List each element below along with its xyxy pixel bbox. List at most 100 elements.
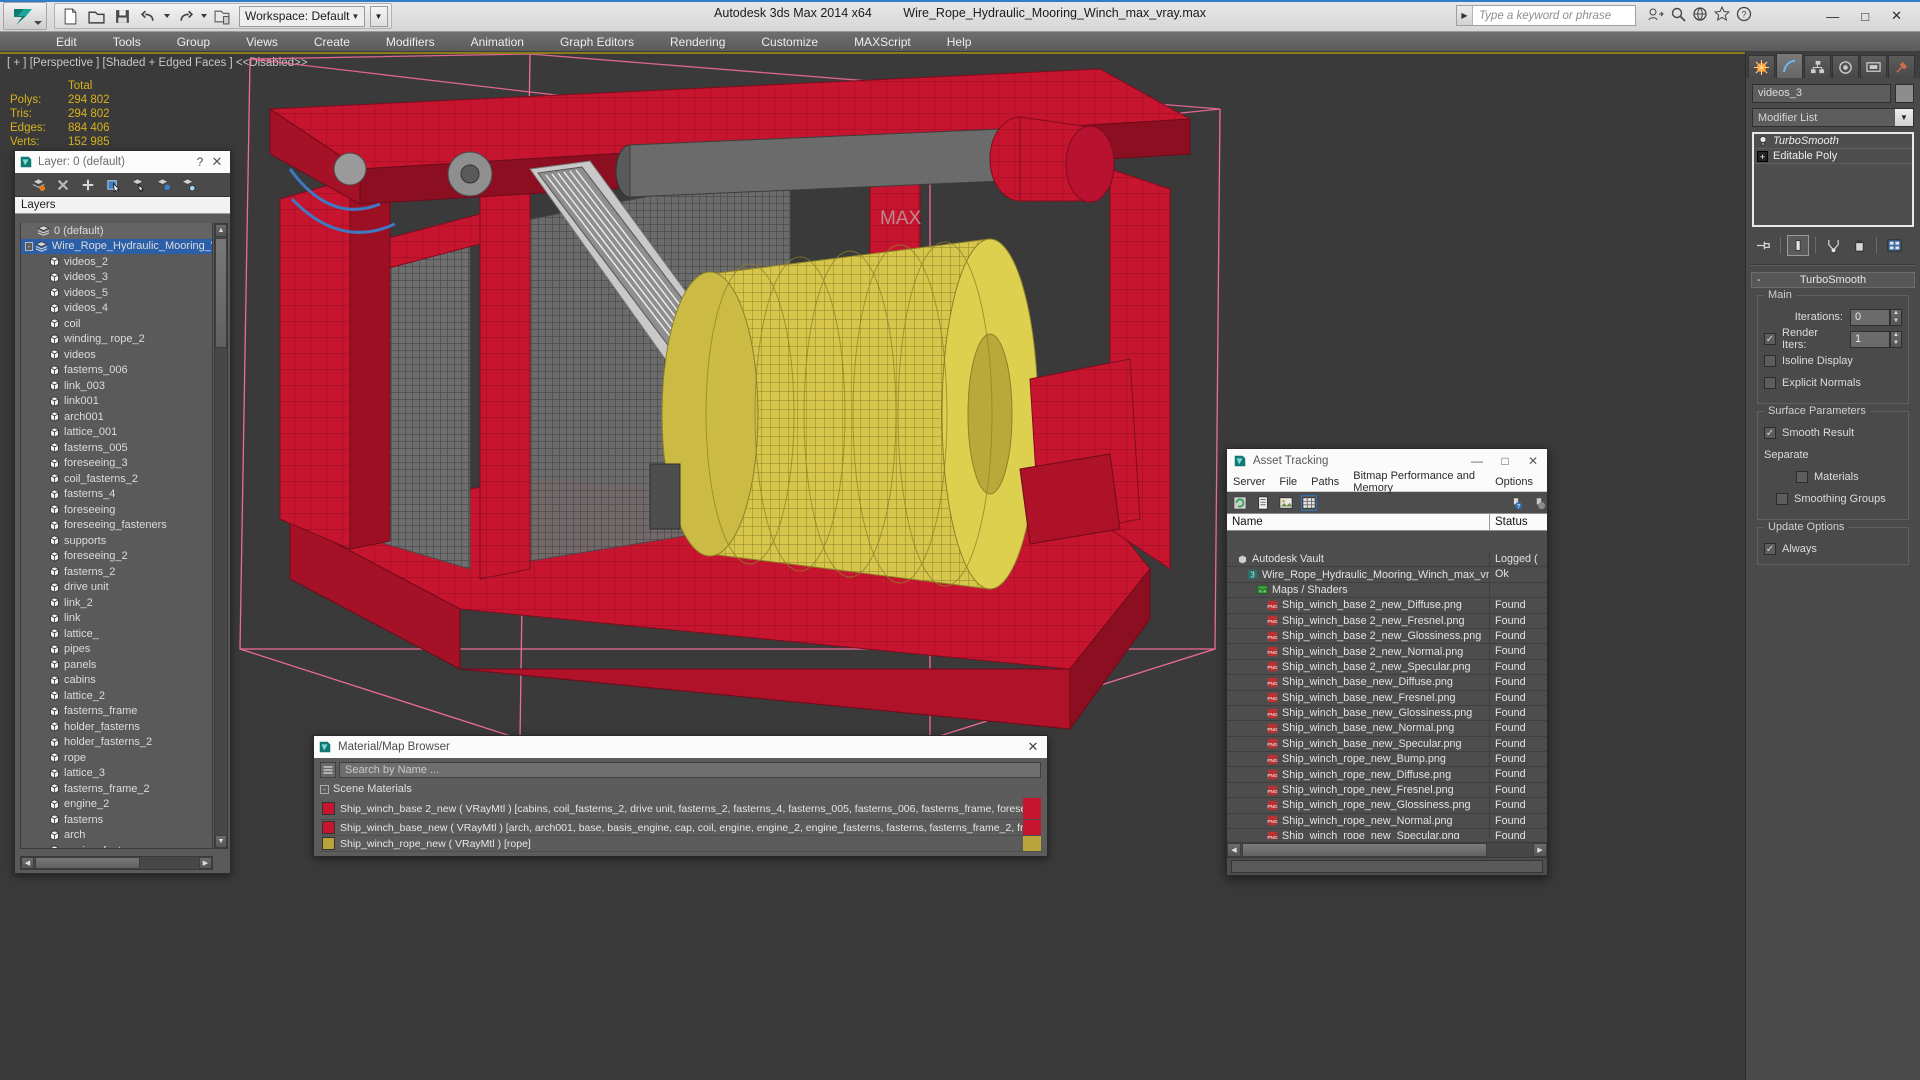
modifier-stack-item-editable-poly[interactable]: + Editable Poly <box>1754 149 1912 164</box>
menu-item-maxscript[interactable]: MAXScript <box>836 32 929 52</box>
object-row[interactable]: link_2 <box>21 595 212 611</box>
collapse-icon[interactable]: - <box>1757 274 1761 286</box>
search-input[interactable]: Search by Name ... <box>339 762 1041 778</box>
scroll-left-icon[interactable]: ◀ <box>21 857 34 869</box>
menu-item-customize[interactable]: Customize <box>743 32 836 52</box>
object-row[interactable]: link <box>21 611 212 627</box>
turbosmooth-rollout[interactable]: - TurboSmooth Main Iterations: 0 ▲▼ Rend… <box>1751 272 1915 565</box>
object-row[interactable]: engine_fasterns <box>21 843 212 848</box>
layer-list-vertical-scrollbar[interactable]: ▲ ▼ <box>214 223 228 849</box>
object-row[interactable]: link_003 <box>21 378 212 394</box>
object-row[interactable]: link001 <box>21 394 212 410</box>
iterations-spinner[interactable]: ▲ ▼ <box>1890 308 1902 326</box>
object-row[interactable]: lattice_001 <box>21 425 212 441</box>
menu-item-tools[interactable]: Tools <box>95 32 159 52</box>
smooth-result-row[interactable]: Smooth Result <box>1764 424 1902 442</box>
signin-icon[interactable] <box>1648 6 1664 22</box>
menu-item-animation[interactable]: Animation <box>453 32 542 52</box>
menu-item-edit[interactable]: Edit <box>38 32 95 52</box>
search-icon[interactable] <box>1670 6 1686 22</box>
check-out-icon[interactable] <box>1531 495 1547 511</box>
material-row[interactable]: Ship_winch_base 2_new ( VRayMtl ) [cabin… <box>320 798 1041 820</box>
minimize-button[interactable]: — <box>1826 9 1839 24</box>
favorites-icon[interactable] <box>1714 6 1730 22</box>
search-input[interactable]: Type a keyword or phrase <box>1473 10 1635 22</box>
asset-table-body[interactable]: Autodesk Vault Logged (3 Wire_Rope_Hydraul… <box>1227 552 1547 839</box>
object-row[interactable]: fasterns_006 <box>21 363 212 379</box>
render-iters-checkbox[interactable] <box>1764 333 1776 345</box>
separate-smoothing-groups-checkbox[interactable] <box>1776 493 1788 505</box>
create-new-layer-icon[interactable] <box>27 175 49 195</box>
object-row[interactable]: rope <box>21 750 212 766</box>
chevron-down-icon[interactable]: ▼ <box>1895 109 1913 126</box>
table-row[interactable]: PNG Ship_winch_base 2_new_Diffuse.png Foun… <box>1227 598 1547 614</box>
menu-item-group[interactable]: Group <box>159 32 228 52</box>
collapse-icon[interactable]: - <box>320 785 329 794</box>
maximize-button[interactable]: □ <box>1491 454 1519 468</box>
utilities-tab[interactable] <box>1888 55 1915 78</box>
object-row[interactable]: videos <box>21 347 212 363</box>
object-row[interactable]: fasterns_005 <box>21 440 212 456</box>
close-icon[interactable]: ✕ <box>1023 739 1043 755</box>
rollout-header[interactable]: - TurboSmooth <box>1751 272 1915 288</box>
expand-icon[interactable]: + <box>1757 150 1768 162</box>
object-row[interactable]: videos_4 <box>21 301 212 317</box>
command-panel[interactable]: videos_3 Modifier List ▼ TurboSmooth + E… <box>1745 52 1920 1080</box>
create-tab[interactable] <box>1748 55 1775 78</box>
object-row[interactable]: coil_fasterns_2 <box>21 471 212 487</box>
check-in-icon[interactable]: ? <box>1508 495 1524 511</box>
list-view-icon[interactable] <box>1255 495 1271 511</box>
table-row[interactable]: PNG Ship_winch_base 2_new_Glossiness.png F… <box>1227 628 1547 645</box>
column-header-status[interactable]: Status <box>1489 514 1547 530</box>
object-row[interactable]: drive unit <box>21 580 212 596</box>
modifier-list-dropdown[interactable]: Modifier List ▼ <box>1752 108 1914 127</box>
modifier-stack[interactable]: TurboSmooth + Editable Poly <box>1752 132 1914 227</box>
modifier-stack-item-turbosmooth[interactable]: TurboSmooth <box>1754 134 1912 149</box>
close-icon[interactable]: ✕ <box>208 154 226 170</box>
object-row[interactable]: fasterns_4 <box>21 487 212 503</box>
material-browser-menu-icon[interactable] <box>320 762 336 778</box>
object-row[interactable]: panels <box>21 657 212 673</box>
object-row[interactable]: fasterns_frame <box>21 704 212 720</box>
keyword-search-box[interactable]: ▶ Type a keyword or phrase <box>1456 5 1636 26</box>
table-row[interactable]: PNG Ship_winch_base 2_new_Normal.png Found <box>1227 644 1547 660</box>
pin-stack-icon[interactable] <box>1752 235 1774 256</box>
object-row[interactable]: supports <box>21 533 212 549</box>
object-row[interactable]: foreseeing <box>21 502 212 518</box>
table-row[interactable]: PNG Ship_winch_rope_new_Bump.png Found <box>1227 752 1547 768</box>
asset-menu-file[interactable]: File <box>1279 476 1297 488</box>
close-button[interactable]: ✕ <box>1519 454 1547 468</box>
separate-materials-row[interactable]: Materials <box>1764 468 1902 486</box>
table-row[interactable]: PNG Ship_winch_rope_new_Diffuse.png Found <box>1227 767 1547 783</box>
object-row[interactable]: lattice_3 <box>21 766 212 782</box>
layer-row[interactable]: 0 (default) <box>21 223 212 239</box>
render-iters-input[interactable]: 1 <box>1850 330 1890 348</box>
scene-materials-group-header[interactable]: - Scene Materials <box>320 783 1041 795</box>
minimize-button[interactable]: — <box>1463 454 1491 468</box>
scroll-right-icon[interactable]: ▶ <box>199 857 212 869</box>
table-row[interactable]: PNG Ship_winch_base_new_Glossiness.png Fou… <box>1227 705 1547 722</box>
object-row[interactable]: engine_2 <box>21 797 212 813</box>
scroll-down-icon[interactable]: ▼ <box>215 835 227 848</box>
thumbnail-view-icon[interactable] <box>1278 495 1294 511</box>
update-always-radio[interactable] <box>1764 543 1776 555</box>
material-map-browser[interactable]: Material/Map Browser ✕ Search by Name ..… <box>313 735 1048 857</box>
hierarchy-tab[interactable] <box>1804 55 1831 78</box>
menu-item-graph-editors[interactable]: Graph Editors <box>542 32 652 52</box>
table-row[interactable]: PNG Ship_winch_rope_new_Normal.png Found <box>1227 813 1547 830</box>
object-name-field[interactable]: videos_3 <box>1752 84 1891 103</box>
object-row[interactable]: arch <box>21 828 212 844</box>
motion-tab[interactable] <box>1832 55 1859 78</box>
asset-horizontal-scrollbar[interactable]: ◀ ▶ <box>1227 842 1547 857</box>
table-row[interactable]: PNG Ship_winch_base_new_Fresnel.png Found <box>1227 690 1547 706</box>
select-objects-icon[interactable] <box>102 175 124 195</box>
object-row[interactable]: coil <box>21 316 212 332</box>
asset-tracking-dialog[interactable]: Asset Tracking — □ ✕ Server File Paths Bitm… <box>1226 448 1548 876</box>
smooth-result-checkbox[interactable] <box>1764 427 1776 439</box>
help-icon[interactable]: ? <box>1736 6 1752 22</box>
object-row[interactable]: lattice_2 <box>21 688 212 704</box>
layer-list-horizontal-scrollbar[interactable]: ◀ ▶ <box>20 856 213 870</box>
collapse-icon[interactable]: - <box>25 241 33 251</box>
layer-explorer-dialog[interactable]: Layer: 0 (default) ? ✕ Layers 0 (default… <box>14 150 231 874</box>
layer-list[interactable]: 0 (default) - Wire_Rope_Hydraulic_Mooring_… <box>20 223 213 849</box>
